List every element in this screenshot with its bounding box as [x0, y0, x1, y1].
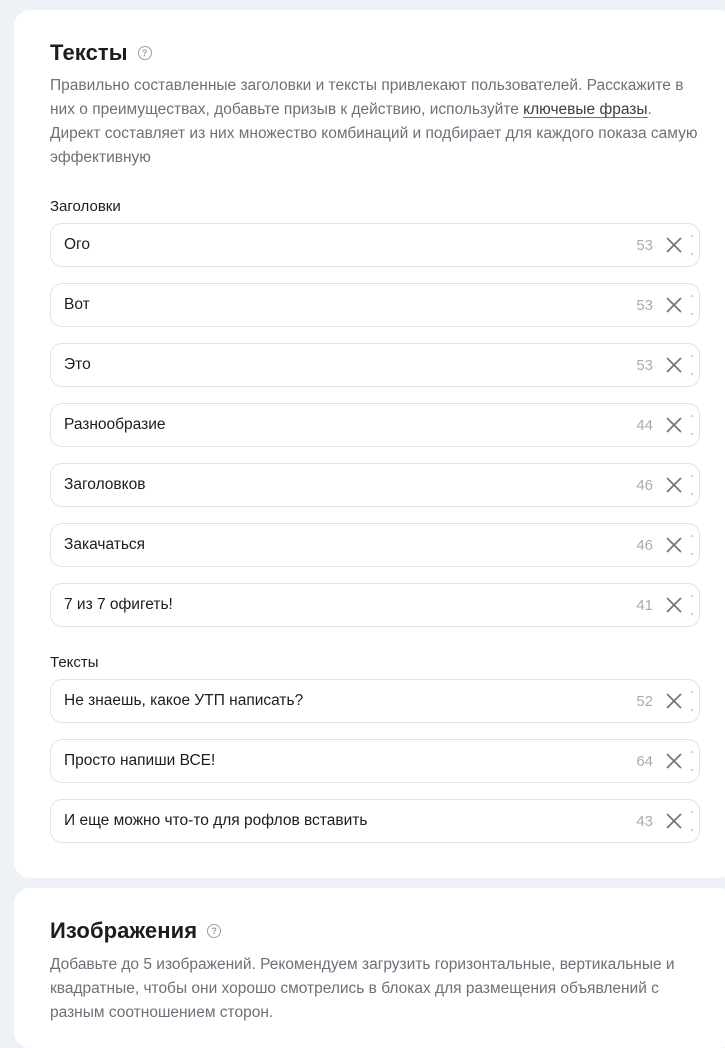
resize-handle-icon[interactable]: [689, 750, 695, 772]
headline-input-value[interactable]: Это: [51, 356, 636, 374]
text-input-value[interactable]: Не знаешь, какое УТП написать?: [51, 692, 636, 710]
resize-handle-icon[interactable]: [689, 414, 695, 436]
char-counter: 64: [636, 752, 653, 770]
headline-input-value[interactable]: Ого: [51, 236, 636, 254]
close-icon[interactable]: [665, 812, 683, 830]
resize-handle-icon[interactable]: [689, 354, 695, 376]
headline-input[interactable]: Закачаться 46: [50, 523, 700, 567]
headline-input[interactable]: Разнообразие 44: [50, 403, 700, 447]
images-description: Добавьте до 5 изображений. Рекомендуем з…: [50, 956, 675, 1021]
question-circle-icon[interactable]: ?: [207, 924, 222, 938]
resize-handle-icon[interactable]: [689, 594, 695, 616]
images-card: Изображения ? Добавьте до 5 изображений.…: [14, 888, 725, 1048]
resize-handle-icon[interactable]: [689, 690, 695, 712]
headline-input-value[interactable]: 7 из 7 офигеть!: [51, 596, 636, 614]
resize-handle-icon[interactable]: [689, 294, 695, 316]
headline-input[interactable]: Заголовков 46: [50, 463, 700, 507]
texts-section-header: Тексты ?: [50, 40, 152, 66]
images-section-title: Изображения: [50, 918, 198, 943]
char-counter: 46: [636, 536, 653, 554]
char-counter: 46: [636, 476, 653, 494]
texts-description: Правильно составленные заголовки и текст…: [50, 74, 700, 170]
headline-input-value[interactable]: Вот: [51, 296, 636, 314]
close-icon[interactable]: [665, 416, 683, 434]
resize-handle-icon[interactable]: [689, 810, 695, 832]
close-icon[interactable]: [665, 236, 683, 254]
headline-input-value[interactable]: Закачаться: [51, 536, 636, 554]
texts-card: Тексты ? Правильно составленные заголовк…: [14, 10, 725, 878]
resize-handle-icon[interactable]: [689, 474, 695, 496]
close-icon[interactable]: [665, 692, 683, 710]
headline-input[interactable]: 7 из 7 офигеть! 41: [50, 583, 700, 627]
resize-handle-icon[interactable]: [689, 534, 695, 556]
headlines-label: Заголовки: [50, 198, 121, 215]
texts-label: Тексты: [50, 654, 99, 671]
headline-input-value[interactable]: Разнообразие: [51, 416, 636, 434]
images-section-header: Изображения ?: [50, 918, 222, 944]
text-input[interactable]: Не знаешь, какое УТП написать? 52: [50, 679, 700, 723]
headline-input[interactable]: Вот 53: [50, 283, 700, 327]
texts-section-title: Тексты: [50, 40, 128, 65]
char-counter: 52: [636, 692, 653, 710]
question-circle-icon[interactable]: ?: [137, 46, 152, 60]
text-input-value[interactable]: Просто напиши ВСЕ!: [51, 752, 636, 770]
char-counter: 43: [636, 812, 653, 830]
char-counter: 41: [636, 596, 653, 614]
key-phrases-link[interactable]: ключевые фразы: [523, 101, 647, 118]
close-icon[interactable]: [665, 752, 683, 770]
char-counter: 44: [636, 416, 653, 434]
text-input[interactable]: И еще можно что-то для рофлов вставить 43: [50, 799, 700, 843]
close-icon[interactable]: [665, 596, 683, 614]
close-icon[interactable]: [665, 536, 683, 554]
resize-handle-icon[interactable]: [689, 234, 695, 256]
char-counter: 53: [636, 356, 653, 374]
text-input-value[interactable]: И еще можно что-то для рофлов вставить: [51, 812, 636, 830]
text-input[interactable]: Просто напиши ВСЕ! 64: [50, 739, 700, 783]
close-icon[interactable]: [665, 296, 683, 314]
close-icon[interactable]: [665, 356, 683, 374]
close-icon[interactable]: [665, 476, 683, 494]
char-counter: 53: [636, 236, 653, 254]
char-counter: 53: [636, 296, 653, 314]
headline-input-value[interactable]: Заголовков: [51, 476, 636, 494]
headline-input[interactable]: Это 53: [50, 343, 700, 387]
headline-input[interactable]: Ого 53: [50, 223, 700, 267]
